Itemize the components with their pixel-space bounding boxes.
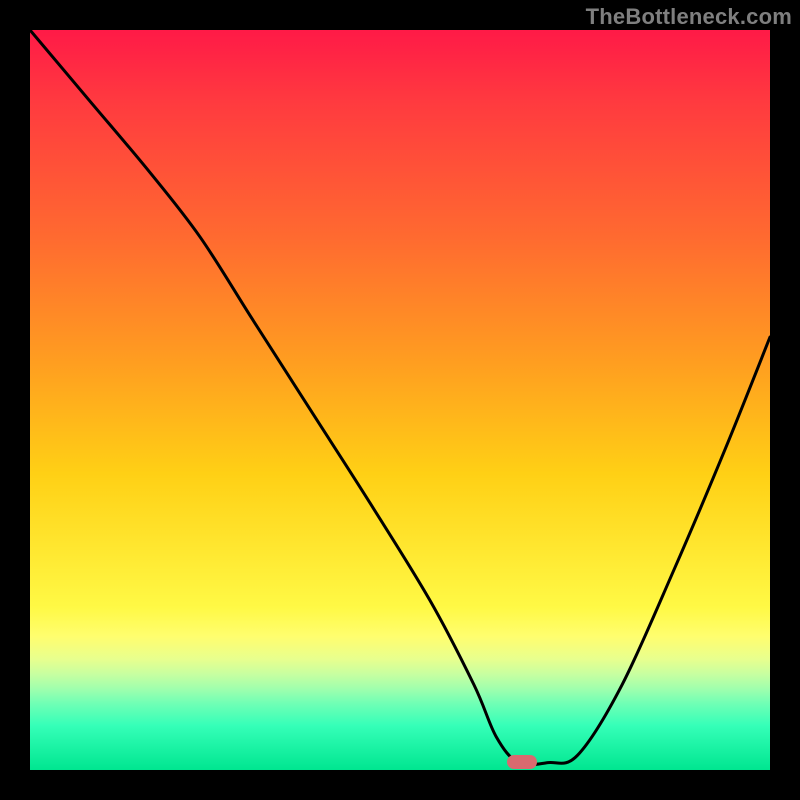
watermark-text: TheBottleneck.com: [586, 4, 792, 30]
bottleneck-curve: [30, 30, 770, 765]
plot-area: [30, 30, 770, 770]
curve-svg: [30, 30, 770, 770]
chart-frame: TheBottleneck.com: [0, 0, 800, 800]
optimal-marker: [507, 755, 537, 769]
